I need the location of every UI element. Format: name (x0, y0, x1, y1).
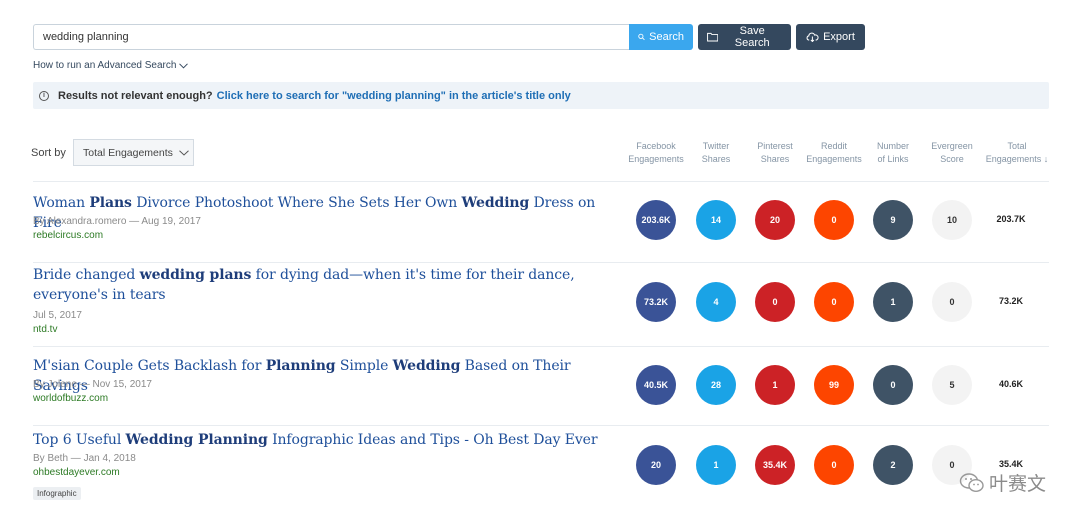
result-domain-link[interactable]: ntd.tv (33, 324, 57, 335)
title-keyword: Planning (265, 358, 336, 374)
watermark: 叶赛文 (959, 469, 1046, 496)
search-bar: Search Save Search Export (33, 24, 865, 50)
evergreen-score-badge: 0 (932, 282, 972, 322)
title-text: M'sian Couple Gets Backlash for (33, 358, 266, 374)
col-header-line: Score (940, 154, 964, 164)
sort-selected-value: Total Engagements (83, 146, 173, 159)
title-text: Infographic Ideas and Tips - Oh Best Day… (267, 432, 598, 448)
pinterest-count-badge: 20 (755, 200, 795, 240)
total-engagements-value: 40.6K (998, 379, 1024, 389)
info-icon: i (39, 90, 49, 101)
total-engagements-value: 35.4K (998, 459, 1024, 469)
title-keyword: wedding plans (139, 267, 252, 283)
title-keyword: Plans (89, 195, 132, 211)
chevron-down-icon (179, 149, 189, 156)
title-text: Woman (33, 195, 90, 211)
folder-icon (707, 32, 719, 42)
title-only-search-link[interactable]: Click here to search for "wedding planni… (217, 90, 571, 102)
title-text: Simple (335, 358, 393, 374)
result-title-link[interactable]: Top 6 Useful Wedding Planning Infographi… (33, 430, 628, 450)
notice-lead: Results not relevant enough? (58, 89, 213, 102)
advanced-search-label: How to run an Advanced Search (33, 60, 177, 71)
facebook-count-badge: 73.2K (636, 282, 676, 322)
reddit-count-badge: 0 (814, 282, 854, 322)
reddit-count-badge: 0 (814, 445, 854, 485)
links-count-badge: 9 (873, 200, 913, 240)
search-button[interactable]: Search (629, 24, 693, 50)
result-meta: By Beth — Jan 4, 2018 (33, 453, 136, 464)
row-divider (33, 346, 1049, 347)
pinterest-count-badge: 35.4K (755, 445, 795, 485)
advanced-search-link[interactable]: How to run an Advanced Search (33, 60, 189, 71)
sort-label: Sort by (31, 147, 66, 159)
title-text: Top 6 Useful (33, 432, 126, 448)
total-engagements-value: 203.7K (996, 214, 1026, 224)
cloud-download-icon (806, 32, 819, 42)
result-domain-link[interactable]: worldofbuzz.com (33, 393, 108, 404)
result-meta: By Alexandra.romero — Aug 19, 2017 (33, 216, 201, 227)
title-text: Divorce Photoshoot Where She Sets Her Ow… (131, 195, 462, 211)
col-header-line: Total (1007, 141, 1027, 151)
twitter-count-badge: 14 (696, 200, 736, 240)
result-title-link[interactable]: Bride changed wedding plans for dying da… (33, 265, 628, 305)
twitter-count-badge: 28 (696, 365, 736, 405)
row-divider (33, 181, 1049, 182)
reddit-count-badge: 0 (814, 200, 854, 240)
watermark-text: 叶赛文 (988, 474, 1046, 495)
search-icon (638, 33, 645, 41)
export-label: Export (823, 31, 855, 43)
sort-dropdown[interactable]: Total Engagements (73, 139, 194, 166)
export-button[interactable]: Export (796, 24, 865, 50)
result-meta: Jul 5, 2017 (33, 310, 82, 321)
relevance-notice: i Results not relevant enough? Click her… (33, 82, 1049, 109)
total-engagements-value: 73.2K (998, 296, 1024, 306)
search-button-label: Search (649, 31, 684, 43)
reddit-count-badge: 99 (814, 365, 854, 405)
result-title-link[interactable]: Woman Plans Divorce Photoshoot Where She… (33, 193, 628, 233)
title-keyword: Wedding (392, 358, 461, 374)
facebook-count-badge: 203.6K (636, 200, 676, 240)
result-domain-link[interactable]: ohbestdayever.com (33, 467, 120, 478)
result-domain-link[interactable]: rebelcircus.com (33, 230, 103, 241)
title-keyword: Wedding Planning (125, 432, 268, 448)
links-count-badge: 0 (873, 365, 913, 405)
title-keyword: Wedding (461, 195, 530, 211)
evergreen-score-badge: 10 (932, 200, 972, 240)
result-title-link[interactable]: M'sian Couple Gets Backlash for Planning… (33, 356, 628, 396)
row-divider (33, 425, 1049, 426)
content-type-tag: Infographic (33, 487, 81, 500)
links-count-badge: 1 (873, 282, 913, 322)
col-header-line: Engagements ↓ (985, 154, 1049, 164)
title-text: Bride changed (33, 267, 140, 283)
chevron-down-icon (179, 62, 189, 69)
twitter-count-badge: 4 (696, 282, 736, 322)
col-header-line: Evergreen (931, 141, 973, 151)
links-count-badge: 2 (873, 445, 913, 485)
facebook-count-badge: 40.5K (636, 365, 676, 405)
result-meta: By Jolene — Nov 15, 2017 (33, 379, 152, 390)
search-input[interactable] (33, 24, 629, 50)
facebook-count-badge: 20 (636, 445, 676, 485)
pinterest-count-badge: 0 (755, 282, 795, 322)
save-search-label: Save Search (734, 25, 770, 49)
pinterest-count-badge: 1 (755, 365, 795, 405)
row-divider (33, 262, 1049, 263)
col-header-total[interactable]: Total Engagements ↓ (979, 140, 1055, 166)
twitter-count-badge: 1 (696, 445, 736, 485)
evergreen-score-badge: 5 (932, 365, 972, 405)
col-header-evergreen[interactable]: Evergreen Score (917, 140, 987, 166)
wechat-icon (959, 472, 984, 492)
save-search-button[interactable]: Save Search (698, 24, 791, 50)
